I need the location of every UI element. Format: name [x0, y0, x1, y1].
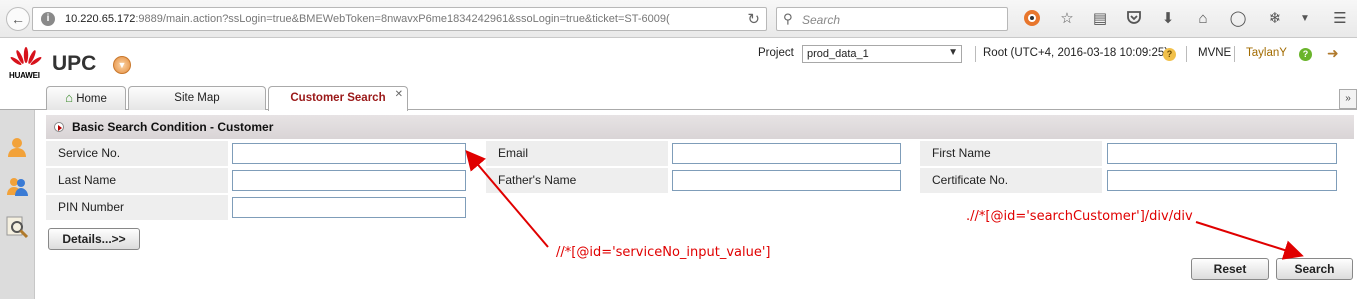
arrow-to-service-input: [465, 149, 549, 248]
service-input-xpath-annotation: //*[@id='serviceNo_input_value']: [556, 245, 771, 260]
arrow-to-search-button: [1195, 221, 1304, 260]
search-button-xpath-annotation: .//*[@id='searchCustomer']/div/div: [966, 209, 1193, 224]
